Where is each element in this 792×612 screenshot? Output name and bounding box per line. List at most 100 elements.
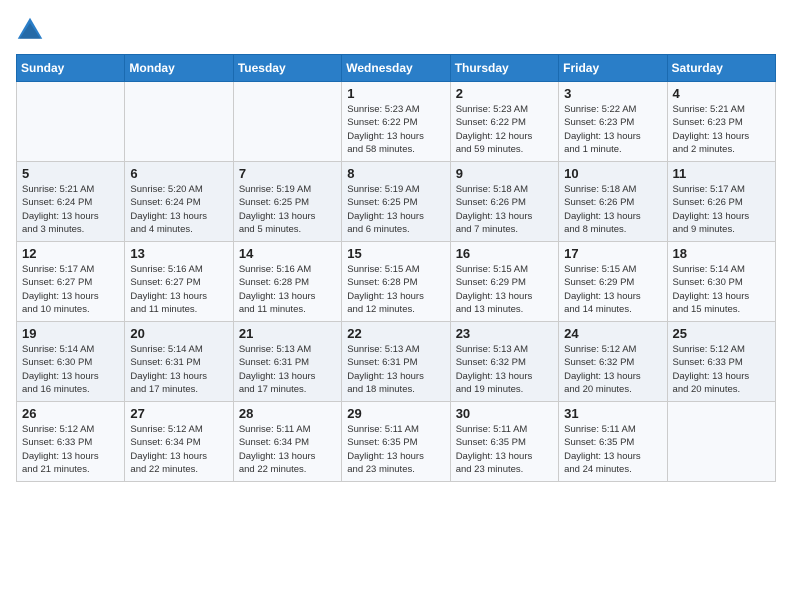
day-info: Sunrise: 5:11 AM Sunset: 6:35 PM Dayligh…: [456, 423, 553, 476]
day-number: 6: [130, 166, 227, 181]
calendar-cell: 2 Sunrise: 5:23 AM Sunset: 6:22 PM Daylig…: [450, 82, 558, 162]
day-number: 15: [347, 246, 444, 261]
day-info: Sunrise: 5:21 AM Sunset: 6:23 PM Dayligh…: [673, 103, 770, 156]
day-info: Sunrise: 5:11 AM Sunset: 6:35 PM Dayligh…: [347, 423, 444, 476]
calendar-cell: 26 Sunrise: 5:12 AM Sunset: 6:33 PM Dayli…: [17, 402, 125, 482]
day-info: Sunrise: 5:16 AM Sunset: 6:27 PM Dayligh…: [130, 263, 227, 316]
day-number: 27: [130, 406, 227, 421]
day-info: Sunrise: 5:21 AM Sunset: 6:24 PM Dayligh…: [22, 183, 119, 236]
day-number: 31: [564, 406, 661, 421]
calendar-cell: 10Sunrise: 5:18 AM Sunset: 6:26 PM Dayli…: [559, 162, 667, 242]
day-info: Sunrise: 5:13 AM Sunset: 6:31 PM Dayligh…: [347, 343, 444, 396]
day-info: Sunrise: 5:15 AM Sunset: 6:29 PM Dayligh…: [564, 263, 661, 316]
calendar-cell: 31 Sunrise: 5:11 AM Sunset: 6:35 PM Dayli…: [559, 402, 667, 482]
day-number: 3: [564, 86, 661, 101]
calendar-cell: 11 Sunrise: 5:17 AM Sunset: 6:26 PM Dayli…: [667, 162, 775, 242]
day-info: Sunrise: 5:17 AM Sunset: 6:27 PM Dayligh…: [22, 263, 119, 316]
day-info: Sunrise: 5:11 AM Sunset: 6:34 PM Dayligh…: [239, 423, 336, 476]
calendar-cell: 6 Sunrise: 5:20 AM Sunset: 6:24 PM Daylig…: [125, 162, 233, 242]
day-number: 11: [673, 166, 770, 181]
calendar-week-3: 12 Sunrise: 5:17 AM Sunset: 6:27 PM Dayli…: [17, 242, 776, 322]
calendar-cell: 25 Sunrise: 5:12 AM Sunset: 6:33 PM Dayli…: [667, 322, 775, 402]
calendar-cell: 30 Sunrise: 5:11 AM Sunset: 6:35 PM Dayli…: [450, 402, 558, 482]
calendar-cell: 17 Sunrise: 5:15 AM Sunset: 6:29 PM Dayli…: [559, 242, 667, 322]
day-info: Sunrise: 5:23 AM Sunset: 6:22 PM Dayligh…: [347, 103, 444, 156]
day-info: Sunrise: 5:14 AM Sunset: 6:30 PM Dayligh…: [673, 263, 770, 316]
day-number: 19: [22, 326, 119, 341]
calendar-cell: 28 Sunrise: 5:11 AM Sunset: 6:34 PM Dayli…: [233, 402, 341, 482]
calendar-table: SundayMondayTuesdayWednesdayThursdayFrid…: [16, 54, 776, 482]
calendar-cell: 1 Sunrise: 5:23 AM Sunset: 6:22 PM Daylig…: [342, 82, 450, 162]
day-info: Sunrise: 5:19 AM Sunset: 6:25 PM Dayligh…: [347, 183, 444, 236]
day-number: 26: [22, 406, 119, 421]
day-number: 29: [347, 406, 444, 421]
day-number: 21: [239, 326, 336, 341]
logo-icon: [16, 16, 44, 44]
day-info: Sunrise: 5:16 AM Sunset: 6:28 PM Dayligh…: [239, 263, 336, 316]
column-header-sunday: Sunday: [17, 55, 125, 82]
calendar-cell: 20 Sunrise: 5:14 AM Sunset: 6:31 PM Dayli…: [125, 322, 233, 402]
calendar-cell: 21 Sunrise: 5:13 AM Sunset: 6:31 PM Dayli…: [233, 322, 341, 402]
day-number: 2: [456, 86, 553, 101]
day-number: 18: [673, 246, 770, 261]
calendar-cell: 15Sunrise: 5:15 AM Sunset: 6:28 PM Dayli…: [342, 242, 450, 322]
column-header-wednesday: Wednesday: [342, 55, 450, 82]
calendar-cell: 3Sunrise: 5:22 AM Sunset: 6:23 PM Daylig…: [559, 82, 667, 162]
day-number: 24: [564, 326, 661, 341]
column-header-thursday: Thursday: [450, 55, 558, 82]
calendar-cell: 14 Sunrise: 5:16 AM Sunset: 6:28 PM Dayli…: [233, 242, 341, 322]
day-info: Sunrise: 5:23 AM Sunset: 6:22 PM Dayligh…: [456, 103, 553, 156]
day-info: Sunrise: 5:20 AM Sunset: 6:24 PM Dayligh…: [130, 183, 227, 236]
calendar-cell: 4Sunrise: 5:21 AM Sunset: 6:23 PM Daylig…: [667, 82, 775, 162]
day-number: 9: [456, 166, 553, 181]
day-info: Sunrise: 5:12 AM Sunset: 6:34 PM Dayligh…: [130, 423, 227, 476]
calendar-cell: 9 Sunrise: 5:18 AM Sunset: 6:26 PM Daylig…: [450, 162, 558, 242]
calendar-cell: 7 Sunrise: 5:19 AM Sunset: 6:25 PM Daylig…: [233, 162, 341, 242]
page-header: [16, 16, 776, 44]
day-info: Sunrise: 5:13 AM Sunset: 6:32 PM Dayligh…: [456, 343, 553, 396]
day-number: 23: [456, 326, 553, 341]
calendar-cell: 29 Sunrise: 5:11 AM Sunset: 6:35 PM Dayli…: [342, 402, 450, 482]
calendar-week-4: 19 Sunrise: 5:14 AM Sunset: 6:30 PM Dayli…: [17, 322, 776, 402]
calendar-cell: 18 Sunrise: 5:14 AM Sunset: 6:30 PM Dayli…: [667, 242, 775, 322]
day-number: 8: [347, 166, 444, 181]
day-info: Sunrise: 5:12 AM Sunset: 6:33 PM Dayligh…: [673, 343, 770, 396]
column-header-saturday: Saturday: [667, 55, 775, 82]
calendar-cell: 22 Sunrise: 5:13 AM Sunset: 6:31 PM Dayli…: [342, 322, 450, 402]
day-info: Sunrise: 5:18 AM Sunset: 6:26 PM Dayligh…: [564, 183, 661, 236]
column-header-friday: Friday: [559, 55, 667, 82]
calendar-cell: 19 Sunrise: 5:14 AM Sunset: 6:30 PM Dayli…: [17, 322, 125, 402]
calendar-cell: 16 Sunrise: 5:15 AM Sunset: 6:29 PM Dayli…: [450, 242, 558, 322]
calendar-cell: 8 Sunrise: 5:19 AM Sunset: 6:25 PM Daylig…: [342, 162, 450, 242]
day-info: Sunrise: 5:11 AM Sunset: 6:35 PM Dayligh…: [564, 423, 661, 476]
day-number: 22: [347, 326, 444, 341]
calendar-cell: 27 Sunrise: 5:12 AM Sunset: 6:34 PM Dayli…: [125, 402, 233, 482]
day-info: Sunrise: 5:18 AM Sunset: 6:26 PM Dayligh…: [456, 183, 553, 236]
calendar-cell: [17, 82, 125, 162]
column-header-tuesday: Tuesday: [233, 55, 341, 82]
day-number: 16: [456, 246, 553, 261]
day-number: 30: [456, 406, 553, 421]
column-header-monday: Monday: [125, 55, 233, 82]
day-info: Sunrise: 5:19 AM Sunset: 6:25 PM Dayligh…: [239, 183, 336, 236]
logo: [16, 16, 48, 44]
day-number: 17: [564, 246, 661, 261]
day-info: Sunrise: 5:12 AM Sunset: 6:33 PM Dayligh…: [22, 423, 119, 476]
day-info: Sunrise: 5:14 AM Sunset: 6:31 PM Dayligh…: [130, 343, 227, 396]
day-info: Sunrise: 5:15 AM Sunset: 6:29 PM Dayligh…: [456, 263, 553, 316]
day-number: 1: [347, 86, 444, 101]
day-info: Sunrise: 5:17 AM Sunset: 6:26 PM Dayligh…: [673, 183, 770, 236]
day-number: 25: [673, 326, 770, 341]
day-number: 20: [130, 326, 227, 341]
calendar-cell: 23 Sunrise: 5:13 AM Sunset: 6:32 PM Dayli…: [450, 322, 558, 402]
day-info: Sunrise: 5:14 AM Sunset: 6:30 PM Dayligh…: [22, 343, 119, 396]
day-number: 7: [239, 166, 336, 181]
day-number: 12: [22, 246, 119, 261]
day-number: 14: [239, 246, 336, 261]
calendar-week-2: 5 Sunrise: 5:21 AM Sunset: 6:24 PM Daylig…: [17, 162, 776, 242]
calendar-cell: 5 Sunrise: 5:21 AM Sunset: 6:24 PM Daylig…: [17, 162, 125, 242]
calendar-cell: [233, 82, 341, 162]
day-number: 5: [22, 166, 119, 181]
day-info: Sunrise: 5:13 AM Sunset: 6:31 PM Dayligh…: [239, 343, 336, 396]
day-number: 28: [239, 406, 336, 421]
